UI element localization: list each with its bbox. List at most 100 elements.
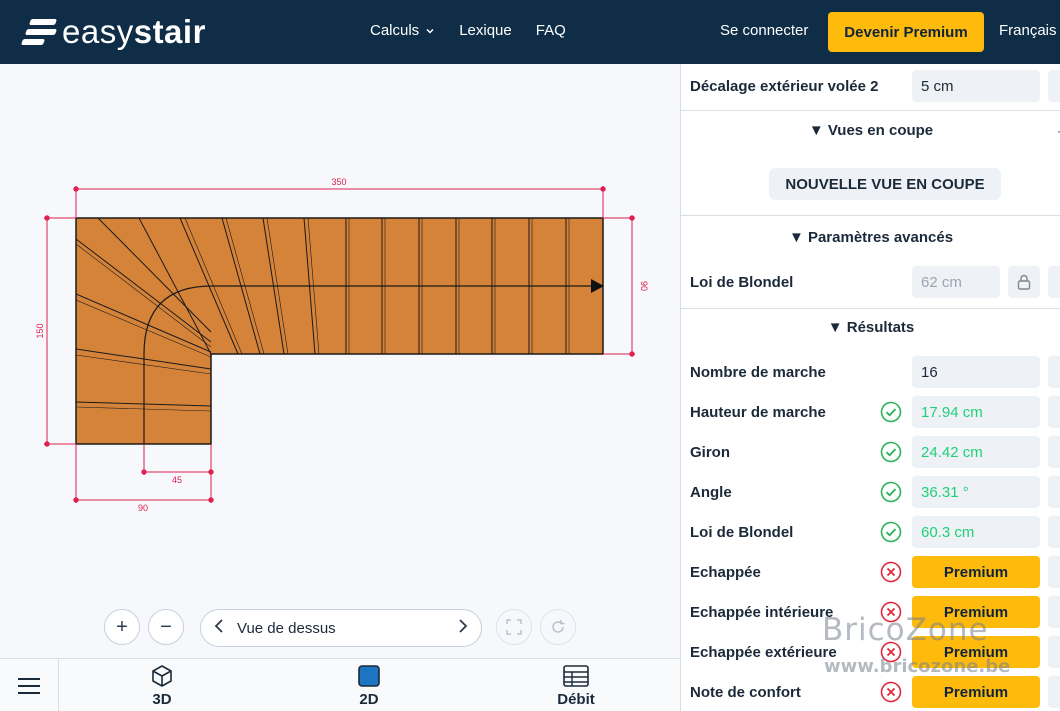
result-value: 16 [912, 356, 1040, 388]
section-views-header[interactable]: ▼ Vues en coupe [681, 122, 1060, 139]
tab-2d-label: 2D [359, 691, 379, 708]
table-icon [563, 665, 589, 687]
x-circle-icon [880, 681, 902, 703]
view-selector[interactable]: Vue de dessus [200, 609, 482, 647]
watermark: BricoZone [822, 612, 989, 648]
hamburger-icon [18, 677, 40, 694]
result-label: Nombre de marche [690, 363, 826, 381]
result-row: Echappée Premium [690, 556, 1060, 588]
check-circle-icon [880, 521, 902, 543]
chevron-left-icon[interactable] [201, 618, 237, 639]
result-value: 36.31 ° [912, 476, 1040, 508]
tab-3d-label: 3D [152, 691, 172, 708]
tab-debit[interactable]: Débit [536, 663, 616, 708]
field-extra [1048, 596, 1060, 628]
result-label: Echappée extérieure [690, 643, 837, 661]
offset-input[interactable]: 5 cm [912, 70, 1040, 102]
dim-left-label: 150 [35, 323, 45, 338]
watermark-url: www.bricozone.be [824, 656, 1011, 677]
view-label: Vue de dessus [237, 619, 336, 637]
stair-plan-drawing: 350 90 150 45 90 [35, 177, 649, 513]
dim-inner-bottom-label: 45 [172, 475, 182, 485]
blondel-input[interactable]: 62 cm [912, 266, 1000, 298]
fullscreen-button[interactable] [496, 609, 532, 645]
field-extra [1048, 70, 1060, 102]
param-row-offset: Décalage extérieur volée 2 5 cm [690, 70, 1060, 102]
result-label: Echappée [690, 563, 761, 581]
result-row: Loi de Blondel 60.3 cm [690, 516, 1060, 548]
result-row: Note de confort Premium [690, 676, 1060, 708]
tab-3d[interactable]: 3D [122, 663, 202, 708]
result-value: 24.42 cm [912, 436, 1040, 468]
divider [681, 215, 1060, 216]
result-row: Hauteur de marche 17.94 cm [690, 396, 1060, 428]
divider [681, 110, 1060, 111]
nav-faq-label: FAQ [535, 22, 566, 39]
main-nav: Calculs Lexique FAQ [370, 22, 566, 39]
become-premium-button[interactable]: Devenir Premium [828, 12, 984, 52]
drawing-canvas[interactable]: 350 90 150 45 90 + − Vue de dessus [0, 64, 680, 658]
result-label: Giron [690, 443, 730, 461]
nav-lexique-label: Lexique [459, 22, 512, 39]
rotate-icon [552, 620, 565, 633]
reset-view-button[interactable] [540, 609, 576, 645]
result-label: Angle [690, 483, 732, 501]
nav-lexique[interactable]: Lexique [459, 22, 512, 39]
check-circle-icon [880, 481, 902, 503]
result-row: Nombre de marche 16 [690, 356, 1060, 388]
check-circle-icon [880, 441, 902, 463]
easystair-logo[interactable]: easystair [20, 12, 206, 52]
logo-stairs-icon [20, 16, 58, 48]
result-label: Echappée intérieure [690, 603, 834, 621]
logo-text: easystair [62, 13, 206, 50]
nav-calculs-label: Calculs [370, 22, 420, 39]
bottom-tab-bar: 3D 2D Débit [0, 658, 680, 711]
x-circle-icon [880, 561, 902, 583]
square-icon [358, 665, 380, 687]
cube-icon [152, 665, 172, 687]
dim-right-label: 90 [639, 281, 649, 291]
premium-unlock-button[interactable]: Premium [912, 676, 1040, 708]
zoom-out-button[interactable]: − [148, 609, 184, 645]
zoom-out-label: − [160, 615, 172, 638]
field-extra [1048, 556, 1060, 588]
result-value: 60.3 cm [912, 516, 1040, 548]
tab-2d[interactable]: 2D [329, 663, 409, 708]
section-results-header[interactable]: ▼ Résultats [681, 319, 1060, 336]
nav-calculs[interactable]: Calculs [370, 22, 435, 39]
section-advanced-header[interactable]: ▼ Paramètres avancés [681, 229, 1060, 246]
check-circle-icon [880, 401, 902, 423]
field-extra [1048, 476, 1060, 508]
zoom-in-label: + [116, 615, 128, 638]
field-extra [1048, 396, 1060, 428]
nav-faq[interactable]: FAQ [536, 22, 566, 39]
chevron-down-icon [426, 28, 434, 34]
param-label: Loi de Blondel [690, 273, 794, 291]
param-row-blondel: Loi de Blondel 62 cm [690, 266, 1060, 298]
tab-debit-label: Débit [557, 691, 595, 708]
top-navbar: easystair Calculs Lexique FAQ Se connect… [0, 0, 1060, 64]
menu-button[interactable] [0, 659, 59, 711]
divider [681, 308, 1060, 309]
param-label: Décalage extérieur volée 2 [690, 77, 879, 95]
result-label: Loi de Blondel [690, 523, 794, 541]
lock-button[interactable] [1008, 266, 1040, 298]
field-extra [1048, 266, 1060, 298]
stair-body [75, 217, 604, 445]
language-selector[interactable]: Français [999, 22, 1057, 39]
login-link[interactable]: Se connecter [720, 22, 808, 39]
chevron-right-icon[interactable] [445, 618, 481, 639]
new-section-view-button[interactable]: NOUVELLE VUE EN COUPE [769, 168, 1001, 200]
result-label: Hauteur de marche [690, 403, 826, 421]
field-extra [1048, 516, 1060, 548]
field-extra [1048, 676, 1060, 708]
premium-unlock-button[interactable]: Premium [912, 556, 1040, 588]
field-extra [1048, 436, 1060, 468]
dim-outer-bottom-label: 90 [138, 503, 148, 513]
zoom-in-button[interactable]: + [104, 609, 140, 645]
result-label: Note de confort [690, 683, 801, 701]
result-row: Angle 36.31 ° [690, 476, 1060, 508]
result-value: 17.94 cm [912, 396, 1040, 428]
field-extra [1048, 636, 1060, 668]
result-row: Giron 24.42 cm [690, 436, 1060, 468]
